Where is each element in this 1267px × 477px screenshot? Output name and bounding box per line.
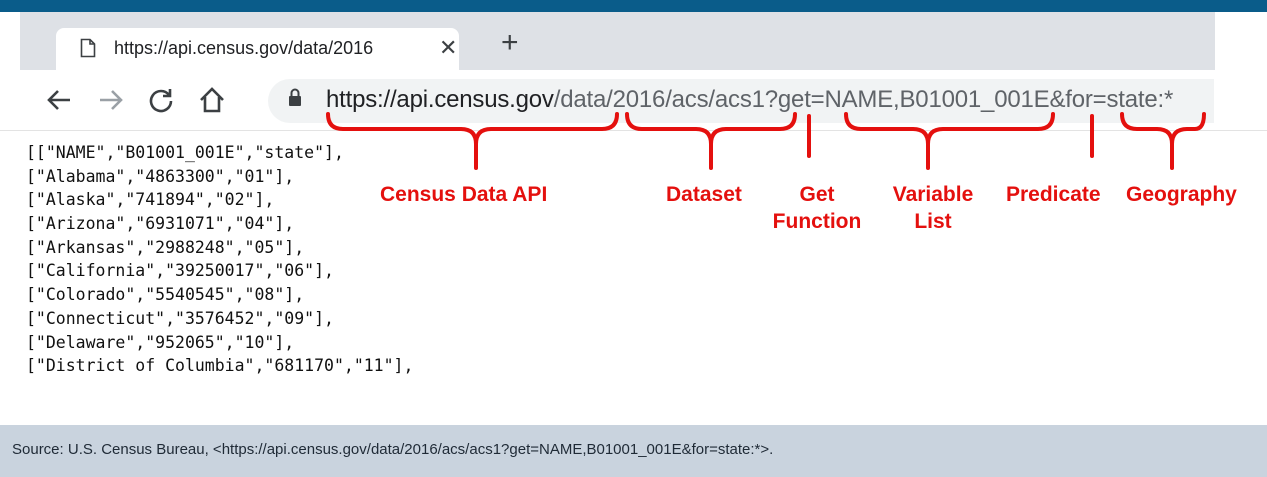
label-census-data-api: Census Data API xyxy=(380,183,548,206)
label-predicate: Predicate xyxy=(1006,183,1101,206)
bracket-census-data-api xyxy=(326,112,619,145)
annotation-brackets xyxy=(326,112,1206,170)
label-geography: Geography xyxy=(1126,183,1237,206)
label-variable-list: Variable List xyxy=(892,183,974,233)
bracket-dataset xyxy=(625,112,797,145)
label-dataset: Dataset xyxy=(666,183,742,206)
source-citation: Source: U.S. Census Bureau, <https://api… xyxy=(12,441,774,458)
label-get-function: Get Function xyxy=(772,183,862,233)
source-footer: Source: U.S. Census Bureau, <https://api… xyxy=(0,425,1267,477)
bracket-variable-list xyxy=(844,112,1055,145)
bracket-geography xyxy=(1120,112,1206,145)
